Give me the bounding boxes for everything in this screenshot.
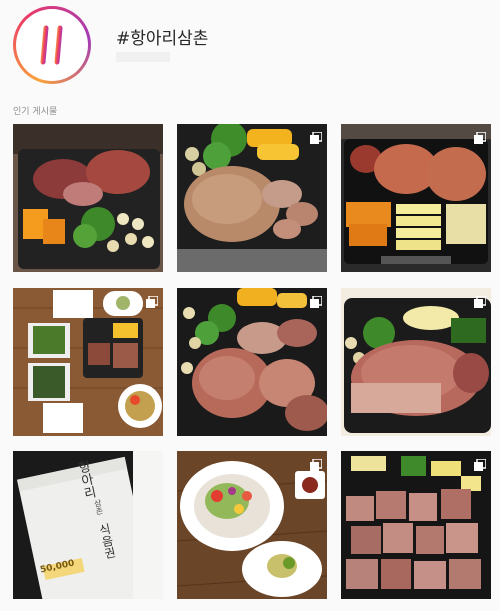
- hashtag-header: #항아리삼촌: [0, 0, 500, 100]
- post-tile-5[interactable]: [177, 288, 327, 436]
- multiple-photos-icon: [310, 129, 323, 148]
- top-posts-label: 인기 게시물: [13, 107, 58, 117]
- hashtag-avatar: [13, 6, 91, 84]
- post-tile-7[interactable]: 항아리 삼촌 식음권 50,000: [13, 451, 163, 599]
- multiple-photos-icon: [310, 293, 323, 312]
- multiple-photos-icon: [310, 456, 323, 475]
- hashtag-icon: [31, 25, 72, 65]
- post-count-placeholder: [116, 52, 170, 62]
- post-tile-2[interactable]: [177, 124, 327, 272]
- post-tile-6[interactable]: [341, 288, 491, 436]
- multiple-photos-icon: [474, 293, 487, 312]
- multiple-photos-icon: [474, 456, 487, 475]
- post-tile-8[interactable]: [177, 451, 327, 599]
- multiple-photos-icon: [474, 129, 487, 148]
- post-tile-4[interactable]: [13, 288, 163, 436]
- post-tile-9[interactable]: [341, 451, 491, 599]
- post-tile-1[interactable]: [13, 124, 163, 272]
- multiple-photos-icon: [146, 293, 159, 312]
- hashtag-title: #항아리삼촌: [116, 29, 209, 49]
- post-tile-3[interactable]: [341, 124, 491, 272]
